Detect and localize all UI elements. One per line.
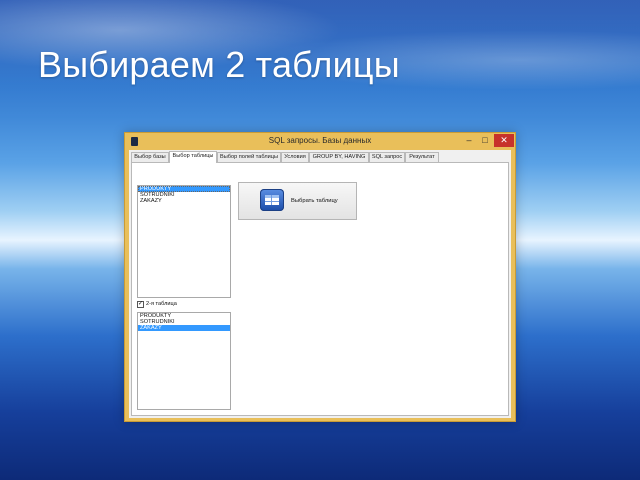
window-client-area: Выбор базы Выбор таблицы Выбор полей таб… [129,150,511,418]
close-button[interactable]: ✕ [494,134,514,147]
tab-select-database[interactable]: Выбор базы [131,152,169,162]
slide-title: Выбираем 2 таблицы [38,44,400,85]
tab-select-table[interactable]: Выбор таблицы [169,151,217,163]
second-table-checkbox[interactable]: ✓ [137,301,144,308]
tab-select-fields[interactable]: Выбор полей таблицы [217,152,281,162]
select-table-button-label: Выбрать таблицу [291,198,338,204]
app-window: SQL запросы. Базы данных – □ ✕ Выбор баз… [124,132,516,422]
tab-group-by-having[interactable]: GROUP BY, HAVING [309,152,369,162]
window-title: SQL запросы. Базы данных [268,136,372,145]
table-listbox-1[interactable]: PRODUKTY SOTRUDNIKI ZAKAZY [137,185,231,298]
tab-conditions[interactable]: Условия [281,152,309,162]
window-titlebar[interactable]: SQL запросы. Базы данных – □ ✕ [125,133,515,151]
table-listbox-2[interactable]: PRODUKTY SOTRUDNIKI ZAKAZY [137,312,231,410]
tab-result[interactable]: Результат [405,152,439,162]
table-icon [260,189,284,211]
list-item[interactable]: ZAKAZY [138,325,230,331]
second-table-label[interactable]: 2-я таблица [146,301,177,308]
minimize-button[interactable]: – [461,134,477,147]
maximize-button[interactable]: □ [477,134,493,147]
select-table-button[interactable]: Выбрать таблицу [238,182,357,220]
tab-sql-query[interactable]: SQL запрос [369,152,405,162]
tab-page-select-table: PRODUKTY SOTRUDNIKI ZAKAZY ✓ 2-я таблица… [131,162,509,416]
list-item[interactable]: ZAKAZY [138,198,230,204]
